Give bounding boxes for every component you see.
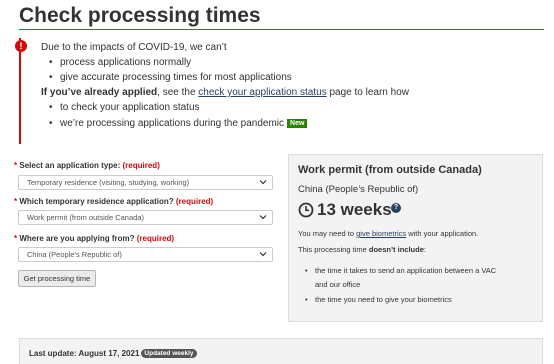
alert-applied-post: page to learn how bbox=[326, 87, 409, 98]
new-badge: New bbox=[287, 119, 308, 128]
required-text: (required) bbox=[175, 197, 214, 206]
alert-bullet: process applications normally bbox=[49, 57, 191, 68]
processing-time: 13 weeks bbox=[317, 200, 392, 219]
biometrics-note: You may need to give biometrics with you… bbox=[298, 229, 478, 238]
get-processing-time-button[interactable]: Get processing time bbox=[18, 270, 96, 287]
exclusion-pre: This processing time bbox=[298, 245, 369, 254]
page-title: Check processing times bbox=[19, 4, 261, 27]
give-biometrics-link[interactable]: give biometrics bbox=[356, 229, 406, 238]
alert-bullet-text: we’re processing applications during the… bbox=[60, 118, 285, 129]
exclusion-note: This processing time doesn’t include: bbox=[298, 245, 426, 254]
last-update-text: Last update: August 17, 2021 bbox=[29, 349, 140, 358]
required-text: (required) bbox=[136, 234, 175, 243]
chevron-down-icon bbox=[259, 215, 267, 220]
applying-from-select[interactable]: China (People's Republic of) bbox=[18, 247, 273, 262]
applying-from-label: * Where are you applying from? (required… bbox=[14, 234, 174, 243]
alert-applied-line: If you’ve already applied, see the check… bbox=[41, 87, 409, 98]
exclusion-post: : bbox=[423, 245, 426, 254]
alert-applied-bold: If you’ve already applied bbox=[41, 87, 158, 98]
question-circle-icon[interactable]: ? bbox=[391, 203, 401, 213]
exclusion-bullet-continued: and our office bbox=[315, 280, 361, 289]
select-value: China (People's Republic of) bbox=[27, 250, 122, 259]
exclusion-bullet: the time you need to give your biometric… bbox=[305, 295, 452, 304]
check-status-link[interactable]: check your application status bbox=[198, 87, 326, 98]
field-label-text: Select an application type: bbox=[19, 161, 121, 170]
select-value: Work permit (from outside Canada) bbox=[27, 213, 144, 222]
select-value: Temporary residence (visiting, studying,… bbox=[27, 178, 190, 187]
required-star: * bbox=[14, 161, 18, 170]
chevron-down-icon bbox=[259, 180, 267, 185]
alert-bullet: we’re processing applications during the… bbox=[49, 118, 308, 129]
required-text: (required) bbox=[122, 161, 160, 170]
residence-application-select[interactable]: Work permit (from outside Canada) bbox=[18, 210, 273, 225]
biometrics-post: with your application. bbox=[406, 229, 479, 238]
last-update-panel: Last update: August 17, 2021 Updated week… bbox=[19, 338, 543, 364]
result-country: China (People’s Republic of) bbox=[298, 184, 419, 195]
result-title: Work permit (from outside Canada) bbox=[298, 164, 482, 176]
clock-icon bbox=[298, 202, 314, 218]
exclusion-bullet: the time it takes to send an application… bbox=[305, 266, 496, 275]
exclusion-bold: doesn’t include bbox=[368, 245, 424, 254]
updated-weekly-badge: Updated weekly bbox=[141, 349, 197, 358]
last-update: Last update: August 17, 2021 Updated week… bbox=[29, 349, 197, 358]
exclamation-circle-icon: ! bbox=[15, 40, 27, 52]
alert-bullet: give accurate processing times for most … bbox=[49, 72, 292, 83]
alert-intro: Due to the impacts of COVID-19, we can’t bbox=[41, 42, 227, 53]
biometrics-pre: You may need to bbox=[298, 229, 357, 238]
application-type-select[interactable]: Temporary residence (visiting, studying,… bbox=[18, 175, 273, 190]
required-star: * bbox=[14, 197, 18, 206]
covid-alert: ! Due to the impacts of COVID-19, we can… bbox=[15, 38, 409, 144]
result-panel: Work permit (from outside Canada) China … bbox=[288, 154, 543, 322]
chevron-down-icon bbox=[259, 252, 267, 257]
alert-bullet: to check your application status bbox=[49, 102, 199, 113]
title-rule bbox=[19, 29, 544, 30]
application-type-label: * Select an application type: (required) bbox=[14, 161, 160, 170]
field-label-text: Which temporary residence application? bbox=[19, 197, 174, 206]
alert-applied-pre: , see the bbox=[157, 87, 199, 98]
required-star: * bbox=[14, 234, 18, 243]
field-label-text: Where are you applying from? bbox=[19, 234, 135, 243]
residence-application-label: * Which temporary residence application?… bbox=[14, 197, 213, 206]
